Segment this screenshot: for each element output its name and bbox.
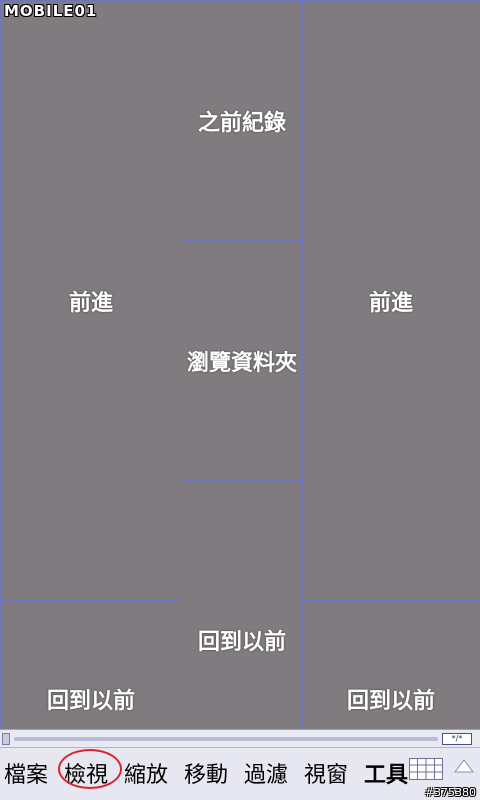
zone-forward-left[interactable]: 前進 bbox=[0, 0, 182, 601]
zone-back-left[interactable]: 回到以前 bbox=[0, 600, 182, 730]
zone-back-left-label: 回到以前 bbox=[46, 688, 135, 714]
zone-back-right-label: 回到以前 bbox=[346, 688, 435, 714]
horizontal-scrollbar[interactable]: */* bbox=[0, 729, 480, 747]
menu-item-window[interactable]: 視窗 bbox=[304, 757, 348, 789]
zone-back-center-label: 回到以前 bbox=[197, 629, 286, 655]
scrollbar-track[interactable] bbox=[14, 737, 438, 741]
menu-item-filter[interactable]: 過濾 bbox=[244, 757, 288, 789]
menu-item-zoom[interactable]: 縮放 bbox=[124, 757, 168, 789]
up-arrow-icon[interactable] bbox=[454, 759, 474, 773]
zone-history[interactable]: 之前紀錄 bbox=[181, 0, 303, 241]
zone-browse-folder[interactable]: 瀏覽資料夾 bbox=[181, 240, 303, 481]
menu-item-file[interactable]: 檔案 bbox=[4, 757, 48, 789]
zone-browse-folder-label: 瀏覽資料夾 bbox=[186, 349, 297, 376]
scrollbar-page-button[interactable]: */* bbox=[442, 733, 472, 745]
zone-back-right[interactable]: 回到以前 bbox=[302, 600, 480, 730]
menu-item-view[interactable]: 檢視 bbox=[64, 757, 108, 789]
zone-forward-left-label: 前進 bbox=[68, 289, 113, 316]
menu-bar: 檔案 檢視 縮放 移動 過濾 視窗 工具 #375380 bbox=[0, 747, 480, 800]
zone-history-label: 之前紀錄 bbox=[197, 109, 286, 136]
menu-item-tools[interactable]: 工具 bbox=[364, 757, 408, 789]
menu-item-move[interactable]: 移動 bbox=[184, 757, 228, 789]
image-id: #375380 bbox=[424, 786, 476, 799]
watermark-text: MOBILE01 bbox=[4, 2, 98, 20]
watermark: MOBILE01 bbox=[4, 2, 97, 20]
zone-back-center[interactable]: 回到以前 bbox=[181, 480, 303, 730]
grid-icon[interactable] bbox=[409, 758, 443, 780]
zone-forward-right[interactable]: 前進 bbox=[302, 0, 480, 601]
zone-forward-right-label: 前進 bbox=[368, 289, 413, 316]
scrollbar-left-handle[interactable] bbox=[2, 733, 10, 745]
